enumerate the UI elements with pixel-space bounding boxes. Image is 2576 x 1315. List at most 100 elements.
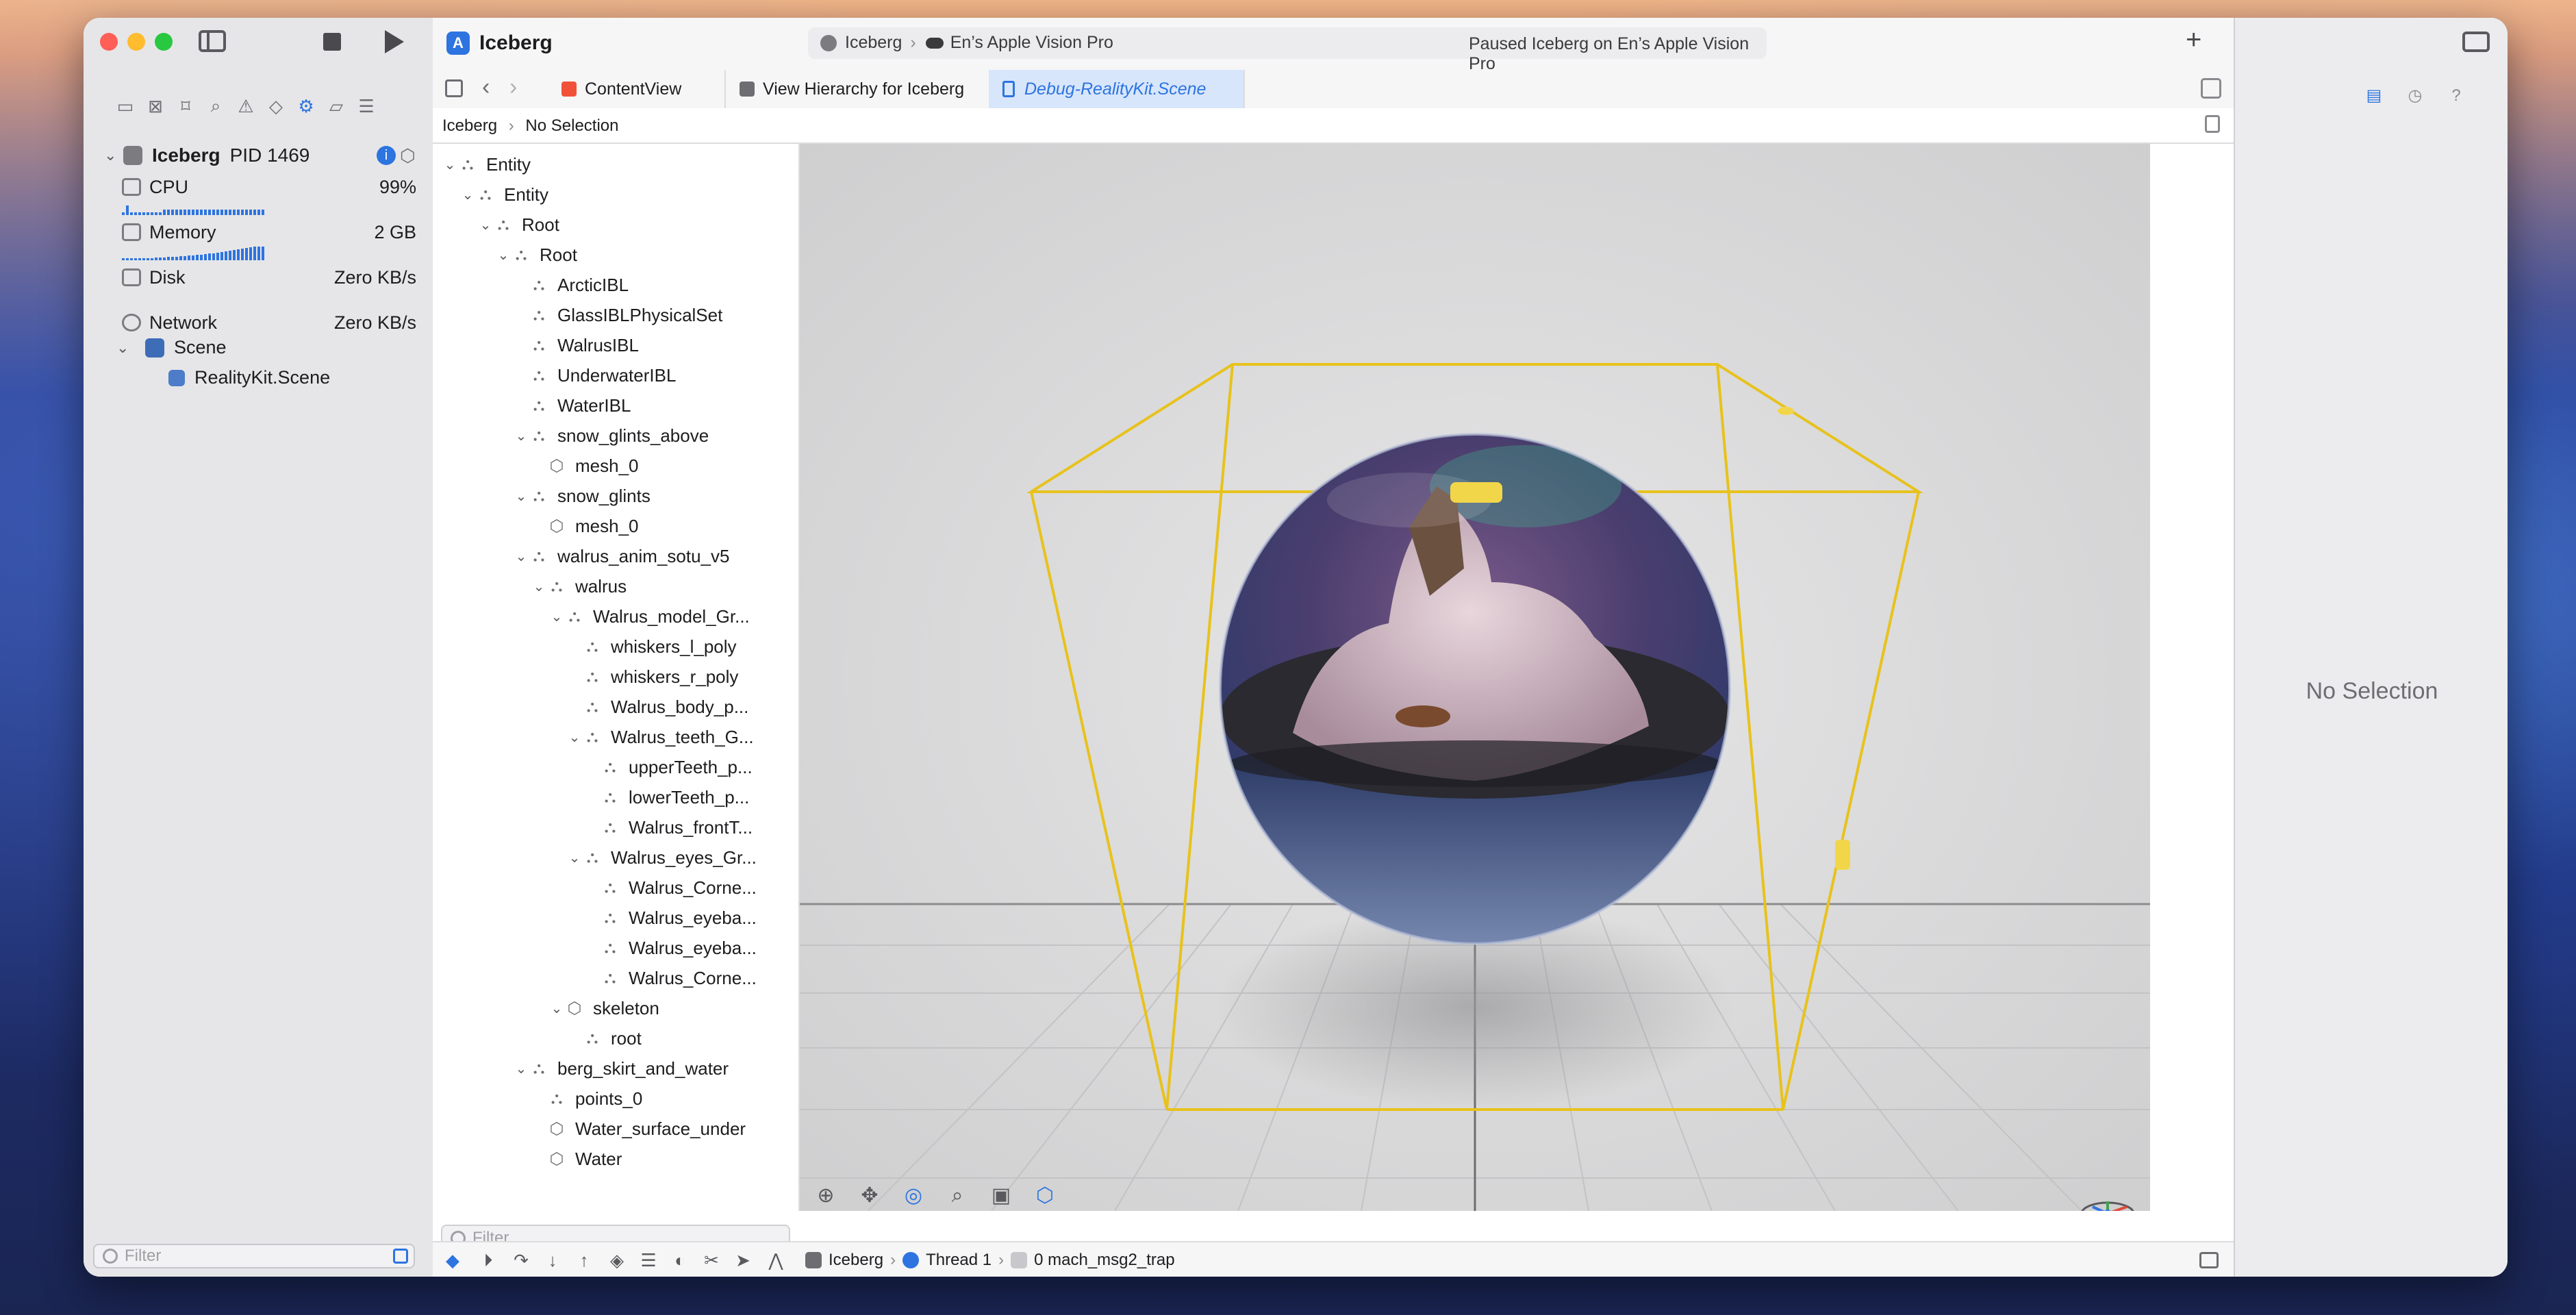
tree-row[interactable]: ⛬ lowerTeeth_p... [583, 782, 750, 812]
chevron-down-icon[interactable]: ⌄ [566, 729, 583, 746]
chevron-down-icon[interactable]: ⌄ [104, 147, 123, 164]
chevron-down-icon[interactable]: ⌄ [441, 156, 459, 173]
file-inspector-icon[interactable]: ▤ [2365, 86, 2383, 105]
zoom-tool-icon[interactable]: ⌕ [945, 1184, 970, 1208]
disk-gauge[interactable]: Disk Zero KB/s [122, 267, 416, 308]
close-window-button[interactable] [100, 33, 118, 51]
size-annotation-handle[interactable] [1835, 840, 1850, 870]
tree-row[interactable]: ⛬ ArcticIBL [512, 270, 629, 300]
step-out-icon[interactable]: ↑ [574, 1251, 594, 1270]
tree-row[interactable]: ⌄ ⛬ walrus [530, 571, 627, 601]
continue-icon[interactable]: ⏵ [478, 1251, 498, 1270]
corner-handle[interactable] [1778, 407, 1794, 415]
chevron-down-icon[interactable]: ⌄ [512, 1060, 530, 1077]
tree-row[interactable]: ⛬ Walrus_Corne... [583, 963, 757, 993]
tree-row[interactable]: ⌄ ⛬ Entity [459, 179, 548, 210]
camera-icon[interactable]: ▣ [989, 1184, 1013, 1208]
scene-group[interactable]: ⌄ Scene [116, 337, 227, 358]
tree-row[interactable]: ⌄ ⛬ walrus_anim_sotu_v5 [512, 541, 730, 571]
debug-thread-label[interactable]: Thread 1 [926, 1251, 992, 1270]
debug-breadcrumb[interactable]: Iceberg › Thread 1 › 0 mach_msg2_trap [805, 1251, 1175, 1270]
size-annotation[interactable] [1450, 482, 1502, 503]
stop-button[interactable] [323, 33, 341, 51]
chevron-down-icon[interactable]: ⌄ [494, 247, 512, 264]
tree-row[interactable]: ⬡ mesh_0 [530, 511, 639, 541]
move-tool-icon[interactable]: ✥ [857, 1184, 882, 1208]
tree-row[interactable]: ⛬ points_0 [530, 1084, 643, 1114]
tree-row[interactable]: ⛬ Walrus_eyeba... [583, 933, 757, 963]
info-icon[interactable]: i [377, 146, 396, 165]
tree-row[interactable]: ⌄ ⛬ Root [494, 240, 577, 270]
chevron-down-icon[interactable]: ⌄ [459, 186, 477, 203]
history-inspector-icon[interactable]: ◷ [2406, 86, 2424, 105]
select-tool-icon[interactable]: ⊕ [813, 1184, 838, 1208]
console-toggle-icon[interactable] [2199, 1252, 2219, 1268]
tree-row[interactable]: ⛬ UnderwaterIBL [512, 360, 677, 390]
test-icon[interactable]: ◇ [264, 95, 288, 118]
tree-row[interactable]: ⌄ ⬡ skeleton [548, 993, 659, 1023]
bookmark-icon[interactable]: ⌑ [174, 95, 197, 118]
chevron-down-icon[interactable]: ⌄ [530, 578, 548, 595]
scene-cube-icon[interactable]: ⬡ [1033, 1184, 1057, 1208]
inspector-toggle-button[interactable] [2462, 32, 2490, 52]
tree-row[interactable]: ⛬ Walrus_Corne... [583, 873, 757, 903]
tree-row[interactable]: ⬡ Water [530, 1144, 622, 1174]
zoom-window-button[interactable] [155, 33, 173, 51]
tree-row[interactable]: ⬡ mesh_0 [530, 451, 639, 481]
breadcrumb[interactable]: Iceberg › No Selection [442, 116, 618, 136]
help-inspector-icon[interactable]: ? [2447, 86, 2465, 105]
chevron-down-icon[interactable]: ⌄ [566, 849, 583, 866]
tree-row[interactable]: ⛬ Walrus_body_p... [566, 692, 749, 722]
chevron-down-icon[interactable]: ⌄ [548, 608, 566, 625]
tree-row[interactable]: ⛬ upperTeeth_p... [583, 752, 753, 782]
debug-frame-label[interactable]: 0 mach_msg2_trap [1034, 1251, 1174, 1270]
location-icon[interactable]: ➤ [733, 1251, 753, 1270]
add-editor-icon[interactable] [2201, 78, 2221, 99]
memory-gauge[interactable]: Memory 2 GB [122, 222, 416, 263]
chevron-down-icon[interactable]: ⌄ [512, 427, 530, 444]
search-icon[interactable]: ⌕ [204, 95, 227, 118]
minimize-window-button[interactable] [127, 33, 145, 51]
report-icon[interactable]: ☰ [355, 95, 378, 118]
breakpoint-icon[interactable]: ▱ [325, 95, 348, 118]
environment-overrides-icon[interactable]: ◐ [670, 1251, 690, 1270]
tree-row[interactable]: ⛬ WaterIBL [512, 390, 631, 421]
breadcrumb-selection[interactable]: No Selection [525, 116, 618, 135]
filter-options-icon[interactable] [393, 1249, 408, 1264]
tree-row[interactable]: ⌄ ⛬ Walrus_eyes_Gr... [566, 842, 757, 873]
chevron-down-icon[interactable]: ⌄ [477, 216, 494, 234]
tree-row[interactable]: ⌄ ⛬ Entity [441, 149, 531, 179]
forward-icon[interactable]: › [509, 74, 517, 101]
tree-row[interactable]: ⌄ ⛬ berg_skirt_and_water [512, 1053, 729, 1084]
tree-row[interactable]: ⌄ ⛬ Walrus_model_Gr... [548, 601, 750, 631]
tree-row[interactable]: ⛬ WalrusIBL [512, 330, 639, 360]
navigator-filter-field[interactable]: Filter [93, 1244, 415, 1268]
tree-row[interactable]: ⌄ ⛬ Walrus_teeth_G... [566, 722, 754, 752]
tree-row[interactable]: ⌄ ⛬ Root [477, 210, 559, 240]
step-over-icon[interactable]: ↷ [511, 1251, 531, 1270]
realitykit-3d-viewport[interactable]: ⊕ ✥ ◎ ⌕ ▣ ⬡ [800, 144, 2150, 1211]
related-items-icon[interactable] [445, 79, 463, 97]
debug-memory-graph-icon[interactable]: ☰ [638, 1251, 659, 1270]
tree-row[interactable]: ⛬ GlassIBLPhysicalSet [512, 300, 723, 330]
navigator-toggle-button[interactable] [199, 30, 226, 52]
tab-view-hierarchy[interactable]: View Hierarchy for Iceberg [726, 70, 996, 108]
scissors-icon[interactable]: ✂ [701, 1251, 722, 1270]
tab-debug-realitykit-scene[interactable]: Debug-RealityKit.Scene [989, 70, 1245, 108]
step-into-icon[interactable]: ↓ [542, 1251, 563, 1270]
process-row[interactable]: ⌄ Iceberg PID 1469 i ⬡ [104, 138, 419, 173]
debug-app-label[interactable]: Iceberg [829, 1251, 883, 1270]
tab-contentview[interactable]: ContentView [548, 70, 726, 108]
chevron-down-icon[interactable]: ⌄ [548, 1000, 566, 1017]
scheme-selector[interactable]: Iceberg › En’s Apple Vision Pro [820, 33, 1113, 53]
breadcrumb-project[interactable]: Iceberg [442, 116, 497, 135]
orbit-tool-icon[interactable]: ◎ [901, 1184, 926, 1208]
source-control-icon[interactable]: ⊠ [144, 95, 167, 118]
tree-row[interactable]: ⛬ root [566, 1023, 642, 1053]
folder-icon[interactable]: ▭ [114, 95, 137, 118]
add-button[interactable]: + [2186, 25, 2201, 55]
lock-icon[interactable] [2205, 115, 2220, 133]
chevron-down-icon[interactable]: ⌄ [116, 339, 136, 357]
tree-row[interactable]: ⛬ Walrus_eyeba... [583, 903, 757, 933]
orientation-gizmo[interactable] [2079, 1197, 2136, 1211]
